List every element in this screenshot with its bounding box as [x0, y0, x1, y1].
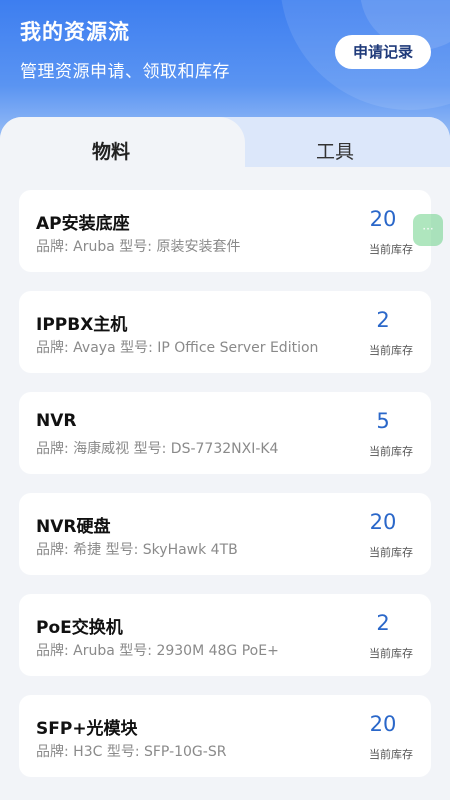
item-stock-count: 2 [376, 611, 390, 635]
item-name: PoE交换机 [36, 618, 123, 638]
list-item[interactable]: PoE交换机 品牌: Aruba 型号: 2930M 48G PoE+ 2 当前… [19, 594, 431, 676]
item-stock-label: 当前库存 [369, 344, 413, 357]
item-name: NVR硬盘 [36, 517, 111, 537]
tab-tools-label[interactable]: 工具 [316, 137, 354, 164]
item-brand-model: 品牌: 海康威视 型号: DS-7732NXI-K4 [36, 441, 279, 457]
item-brand-model: 品牌: Aruba 型号: 2930M 48G PoE+ [36, 643, 279, 659]
item-stock-count: 2 [376, 308, 390, 332]
item-brand-model: 品牌: Avaya 型号: IP Office Server Edition [36, 340, 319, 356]
item-brand-model: 品牌: Aruba 型号: 原装安装套件 [36, 239, 241, 255]
list-item[interactable]: NVR 品牌: 海康威视 型号: DS-7732NXI-K4 5 当前库存 [19, 392, 431, 474]
application-records-button[interactable]: 申请记录 [335, 35, 431, 69]
item-stock-label: 当前库存 [369, 748, 413, 761]
item-name: SFP+光模块 [36, 719, 138, 739]
page-subtitle: 管理资源申请、领取和库存 [20, 62, 230, 82]
page-title: 我的资源流 [20, 20, 130, 44]
item-brand-model: 品牌: H3C 型号: SFP-10G-SR [36, 744, 227, 760]
item-name: NVR [36, 411, 77, 431]
item-stock-label: 当前库存 [369, 243, 413, 256]
item-name: IPPBX主机 [36, 315, 128, 335]
tab-materials-label[interactable]: 物料 [92, 137, 130, 164]
list-item[interactable]: NVR硬盘 品牌: 希捷 型号: SkyHawk 4TB 20 当前库存 [19, 493, 431, 575]
list-item[interactable]: IPPBX主机 品牌: Avaya 型号: IP Office Server E… [19, 291, 431, 373]
item-brand-model: 品牌: 希捷 型号: SkyHawk 4TB [36, 542, 238, 558]
item-stock-label: 当前库存 [369, 647, 413, 660]
item-stock-count: 5 [376, 409, 390, 433]
item-stock-label: 当前库存 [369, 445, 413, 458]
more-dots-icon[interactable]: ··· [413, 214, 443, 246]
item-stock-count: 20 [369, 712, 397, 736]
list-item[interactable]: SFP+光模块 品牌: H3C 型号: SFP-10G-SR 20 当前库存 [19, 695, 431, 777]
item-stock-count: 20 [369, 207, 397, 231]
item-name: AP安装底座 [36, 214, 130, 234]
list-item[interactable]: AP安装底座 品牌: Aruba 型号: 原装安装套件 20 当前库存 [19, 190, 431, 272]
item-stock-label: 当前库存 [369, 546, 413, 559]
tab-bar: 物料 工具 [0, 117, 450, 183]
item-stock-count: 20 [369, 510, 397, 534]
content-panel: 物料 工具 AP安装底座 品牌: Aruba 型号: 原装安装套件 20 当前库… [0, 117, 450, 800]
